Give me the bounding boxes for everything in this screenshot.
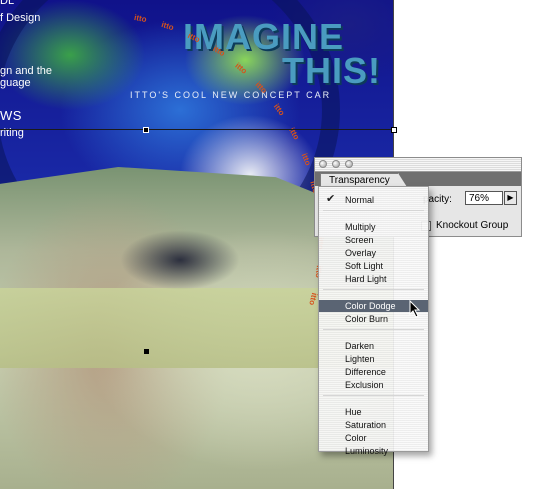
menu-separator [323,329,424,330]
selection-guide [0,129,394,130]
menu-item-normal[interactable]: ✔ Normal [319,193,428,206]
menu-item-overlay[interactable]: Overlay [319,247,428,259]
menu-item-saturation[interactable]: Saturation [319,419,428,431]
knockout-group-label: Knockout Group [436,220,509,231]
menu-item-label: Multiply [345,222,376,232]
menu-item-label: Overlay [345,248,377,258]
menu-item-label: Color [345,433,367,443]
menu-item-hue[interactable]: Hue [319,406,428,418]
menu-separator [323,210,424,211]
menu-item-label: Lighten [345,354,375,364]
headline-tagline: ITTO'S COOL NEW CONCEPT CAR [130,90,332,100]
menu-item-lighten[interactable]: Lighten [319,353,428,365]
menu-item-label: Darken [345,341,375,351]
menu-item-label: Luminosity [345,446,389,456]
artwork-text-news: WS [0,108,22,123]
zoom-icon[interactable] [345,160,353,168]
menu-item-label: Saturation [345,420,387,430]
menu-item-label: Soft Light [345,261,384,271]
opacity-input[interactable]: 76% [465,191,503,205]
menu-item-label: Hard Light [345,274,387,284]
close-icon[interactable] [319,160,327,168]
minimize-icon[interactable] [332,160,340,168]
menu-item-darken[interactable]: Darken [319,340,428,352]
artwork-text-top: DL [0,0,15,7]
menu-item-hard-light[interactable]: Hard Light [319,273,428,285]
opacity-arrow-button[interactable]: ▶ [504,191,517,205]
artwork-shadow [120,230,240,290]
menu-item-luminosity[interactable]: Luminosity [319,445,428,457]
selection-handle[interactable] [144,349,149,354]
menu-item-label: Difference [345,367,386,377]
menu-item-difference[interactable]: Difference [319,366,428,378]
tab-transparency[interactable]: Transparency [320,173,407,187]
headline-this: THIS! [282,50,381,91]
palette-titlebar[interactable] [315,158,521,172]
menu-item-label: Screen [345,235,374,245]
checkmark-icon: ✔ [326,193,336,205]
menu-item-color[interactable]: Color [319,432,428,444]
selection-handle[interactable] [391,127,397,133]
artwork-text-design: f Design [0,12,41,24]
blend-mode-menu: ✔ Normal Multiply Screen Overlay Soft Light Ha… [318,186,429,456]
palette-tab-row: Transparency [315,172,521,187]
menu-item-label: Hue [345,407,362,417]
menu-item-screen[interactable]: Screen [319,234,428,246]
menu-separator [323,289,424,290]
menu-item-multiply[interactable]: Multiply [319,221,428,233]
menu-item-label: Color Burn [345,314,389,324]
menu-item-soft-light[interactable]: Soft Light [319,260,428,272]
mouse-pointer-icon [409,300,421,318]
selection-handle[interactable] [143,127,149,133]
menu-item-exclusion[interactable]: Exclusion [319,379,428,391]
menu-item-label: Exclusion [345,380,384,390]
menu-item-label: Normal [345,195,375,205]
menu-separator [323,395,424,396]
menu-item-label: Color Dodge [345,301,396,311]
artwork-text-guage: guage [0,77,31,89]
